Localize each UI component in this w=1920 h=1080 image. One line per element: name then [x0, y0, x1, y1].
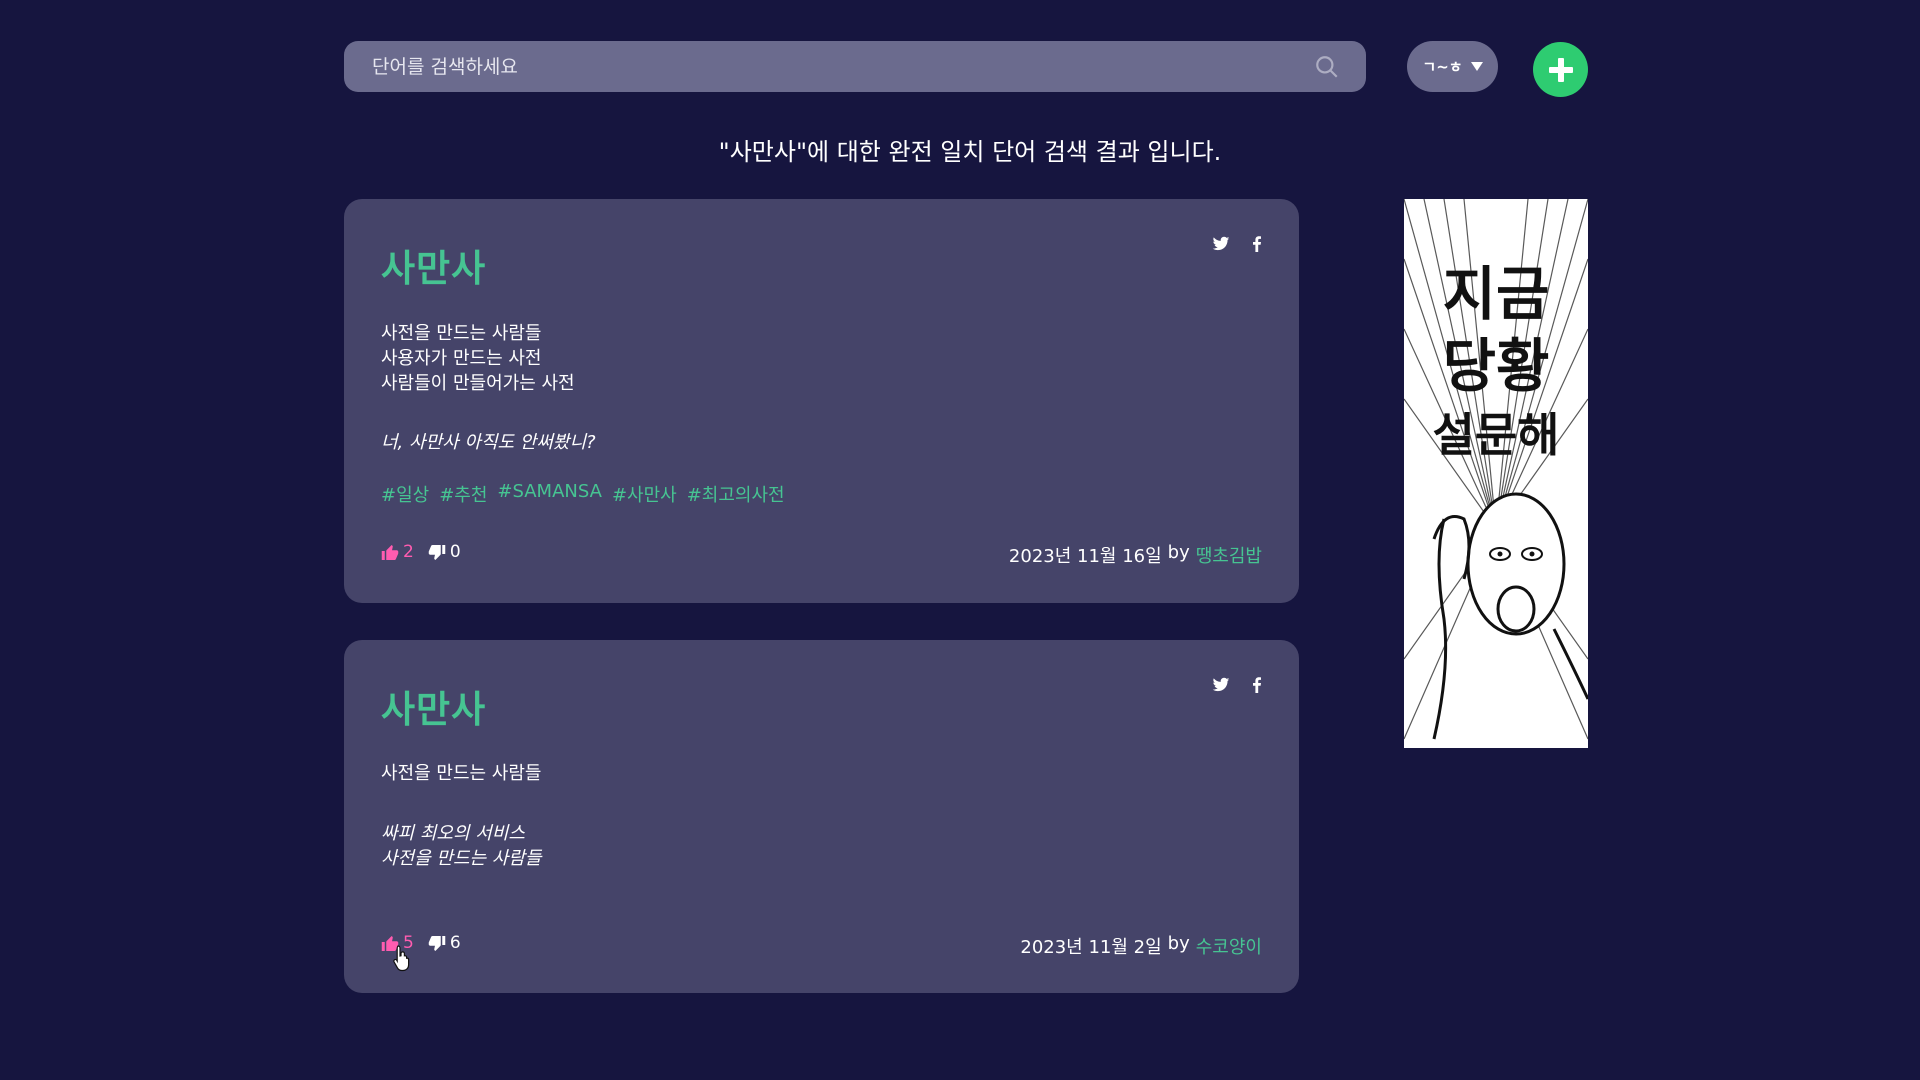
word-card: 사만사 사전을 만드는 사람들 사용자가 만드는 사전 사람들이 만들어가는 사… [344, 199, 1299, 603]
hand-cursor-icon [393, 945, 410, 972]
share-buttons [1212, 236, 1262, 252]
example: 너, 사만사 아직도 안써봤니? [381, 430, 596, 455]
sort-selected-label: ㄱ~ㅎ [1422, 58, 1463, 76]
like-count: 2 [403, 542, 414, 562]
tag[interactable]: #추천 [439, 481, 487, 507]
post-date: 2023년 11월 16일 [1008, 546, 1162, 567]
example: 싸피 최오의 서비스 사전을 만드는 사람들 [381, 821, 541, 871]
result-title: "사만사"에 대한 완전 일치 단어 검색 결과 입니다. [718, 138, 1222, 166]
by-label: by [1167, 542, 1190, 563]
word-meta: 2023년 11월 16일 by 땡초김밥 [1009, 542, 1262, 568]
author-link[interactable]: 수코양이 [1196, 933, 1262, 959]
post-date: 2023년 11월 2일 [1020, 937, 1162, 958]
definition-line: 사전을 만드는 사람들 [381, 323, 542, 344]
like-button[interactable]: 2 [381, 542, 414, 562]
search-icon[interactable] [1314, 54, 1340, 80]
tag-list: #일상 #추천 #SAMANSA #사만사 #최고의사전 [381, 481, 785, 507]
dislike-button[interactable]: 0 [428, 542, 461, 562]
example-line: 너, 사만사 아직도 안써봤니? [381, 432, 596, 453]
thumbs-down-icon [428, 935, 446, 951]
search-input[interactable] [370, 54, 1314, 79]
by-label: by [1167, 933, 1190, 954]
thumbs-up-icon [381, 544, 399, 560]
chevron-down-icon [1470, 62, 1483, 71]
facebook-icon[interactable] [1252, 236, 1262, 252]
definition-line: 사용자가 만드는 사전 [381, 348, 542, 369]
tag[interactable]: #최고의사전 [687, 481, 785, 507]
definition: 사전을 만드는 사람들 사용자가 만드는 사전 사람들이 만들어가는 사전 [381, 321, 575, 396]
twitter-icon[interactable] [1212, 677, 1230, 693]
word-title[interactable]: 사만사 [381, 679, 486, 733]
example-line: 사전을 만드는 사람들 [381, 848, 542, 869]
ad-headline-line3: 설문해 [1432, 408, 1560, 462]
word-card: 사만사 사전을 만드는 사람들 싸피 최오의 서비스 사전을 만드는 사람들 5 [344, 640, 1299, 993]
ad-banner[interactable]: 지금 당황 설문해 [1404, 199, 1588, 748]
word-meta: 2023년 11월 2일 by 수코양이 [1020, 933, 1262, 959]
tag[interactable]: #SAMANSA [497, 481, 602, 507]
votes: 2 0 [381, 542, 461, 562]
definition-line: 사전을 만드는 사람들 [381, 763, 542, 784]
author-link[interactable]: 땡초김밥 [1196, 542, 1262, 568]
thumbs-down-icon [428, 544, 446, 560]
share-buttons [1212, 677, 1262, 693]
definition: 사전을 만드는 사람들 [381, 761, 541, 786]
facebook-icon[interactable] [1252, 677, 1262, 693]
example-line: 싸피 최오의 서비스 [381, 823, 525, 844]
dislike-button[interactable]: 6 [428, 933, 461, 953]
dislike-count: 0 [449, 542, 461, 562]
dislike-count: 6 [449, 933, 461, 953]
tag[interactable]: #사만사 [612, 481, 677, 507]
search-bar [344, 41, 1366, 92]
ad-headline-line2: 당황 [1442, 332, 1550, 400]
sort-select[interactable]: ㄱ~ㅎ [1407, 41, 1498, 92]
tag[interactable]: #일상 [381, 481, 429, 507]
twitter-icon[interactable] [1212, 236, 1230, 252]
plus-icon [1548, 57, 1573, 82]
add-word-button[interactable] [1533, 42, 1588, 97]
app: ㄱ~ㅎ "사만사"에 대한 완전 일치 단어 검색 결과 입니다. 사만사 사전… [0, 0, 1920, 1080]
word-title[interactable]: 사만사 [381, 238, 486, 292]
definition-line: 사람들이 만들어가는 사전 [381, 373, 575, 394]
